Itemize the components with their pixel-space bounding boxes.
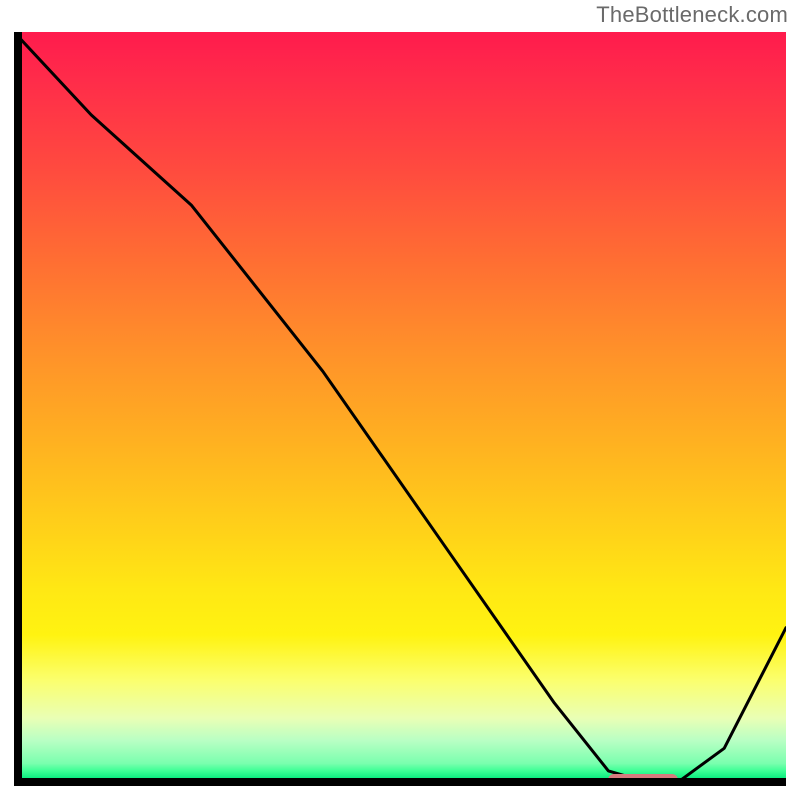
heat-gradient-background: [14, 32, 786, 786]
plot-area: [14, 32, 786, 786]
watermark-text: TheBottleneck.com: [596, 2, 788, 28]
optimal-zone-marker: [608, 774, 677, 786]
